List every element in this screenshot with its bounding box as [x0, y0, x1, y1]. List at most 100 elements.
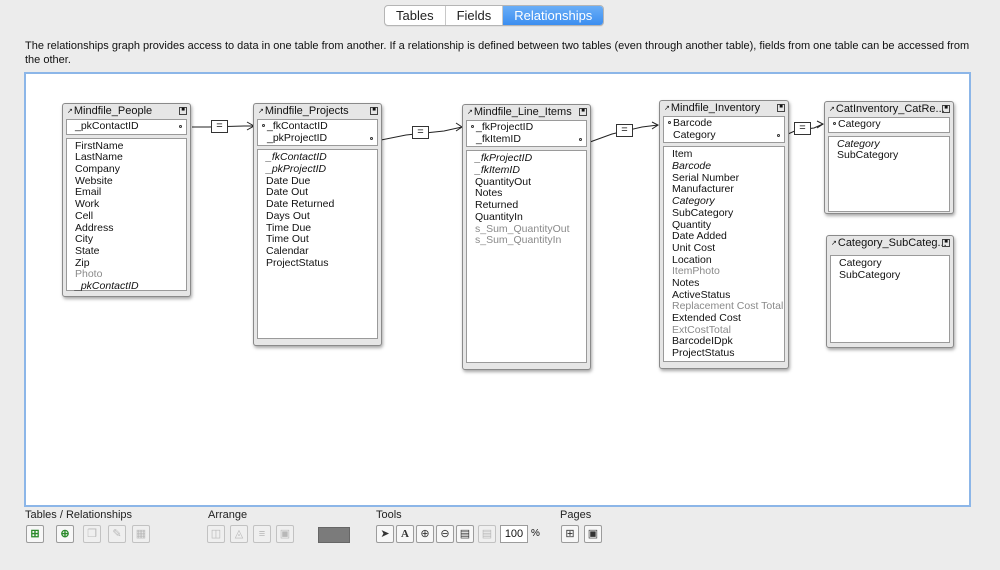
- relationship-operator-projects-lineitems[interactable]: =: [412, 126, 429, 139]
- align-top-icon[interactable]: ◬: [230, 525, 248, 543]
- go-to-table-icon: ↗: [664, 105, 670, 112]
- field-item: BarcodeIDpk: [672, 336, 733, 348]
- tools-label: Tools: [376, 509, 402, 521]
- field-item: Date Out: [266, 187, 309, 199]
- match-fields: Barcode Category: [663, 116, 785, 144]
- key-field: _fkContactID: [267, 121, 328, 132]
- color-swatch[interactable]: [318, 527, 350, 543]
- field-list: FirstName LastName Company Website Email…: [66, 137, 187, 292]
- table-occurrence-line-items[interactable]: ↗Mindfile_Line_Items ■ _fkProjectID _fkI…: [462, 104, 591, 370]
- distribute-icon[interactable]: ≡: [253, 525, 271, 543]
- field-item: Address: [75, 222, 114, 234]
- field-item: Zip: [75, 257, 90, 269]
- relationship-operator-inventory-catinv[interactable]: =: [794, 122, 811, 135]
- table-occurrence-catinventory[interactable]: ↗CatInventory_CatRe... ■ Category Catego…: [824, 101, 954, 214]
- collapse-table-icon[interactable]: ■: [179, 107, 187, 115]
- go-to-table-icon: ↗: [831, 240, 837, 247]
- key-field: _fkItemID: [476, 133, 521, 145]
- field-list: _fkContactID _pkProjectID Date Due Date …: [257, 149, 378, 340]
- trash-icon[interactable]: ▦: [132, 525, 150, 543]
- table-occurrence-projects[interactable]: ↗Mindfile_Projects ■ _fkContactID _pkPro…: [253, 103, 382, 346]
- table-occurrence-people[interactable]: ↗Mindfile_People ■ _pkContactID FirstNam…: [62, 103, 191, 297]
- field-item: Work: [75, 199, 100, 211]
- field-item: Website: [75, 175, 113, 187]
- field-item: Days Out: [266, 210, 310, 222]
- field-list: _fkProjectID _fkItemID QuantityOut Notes…: [466, 150, 587, 364]
- page-setup-icon[interactable]: ▣: [584, 525, 602, 543]
- relationships-description: The relationships graph provides access …: [25, 40, 970, 66]
- zoom-out-icon[interactable]: ⊖: [436, 525, 454, 543]
- field-item: SubCategory: [837, 150, 899, 162]
- field-item: City: [75, 234, 94, 246]
- pages-label: Pages: [560, 509, 592, 521]
- table-occurrence-inventory[interactable]: ↗Mindfile_Inventory ■ Barcode Category I…: [659, 100, 789, 369]
- field-item: QuantityIn: [475, 211, 523, 223]
- go-to-table-icon: ↗: [467, 109, 473, 116]
- field-item: Category: [672, 196, 715, 208]
- key-dot-icon: [471, 125, 474, 128]
- field-item: Date Due: [266, 175, 311, 187]
- key-dot-icon: [370, 137, 373, 140]
- zoom-in-icon[interactable]: ⊕: [416, 525, 434, 543]
- arrange-label: Arrange: [208, 509, 248, 521]
- table-name: Mindfile_Projects: [264, 105, 349, 117]
- pointer-icon[interactable]: ➤: [376, 525, 394, 543]
- tab-relationships[interactable]: Relationships: [503, 6, 604, 25]
- field-item: Calendar: [266, 245, 309, 257]
- collapse-table-icon[interactable]: ■: [942, 105, 950, 113]
- field-item: Photo: [75, 269, 103, 281]
- field-item: _fkProjectID: [475, 153, 533, 165]
- field-item: Barcode: [672, 161, 712, 173]
- relationship-operator-lineitems-inventory[interactable]: =: [616, 124, 633, 137]
- relationship-operator-people-projects[interactable]: =: [211, 120, 228, 133]
- zoom-percentage-field[interactable]: 100: [500, 525, 528, 543]
- tab-fields[interactable]: Fields: [446, 6, 504, 25]
- fit-window-icon[interactable]: ▤: [456, 525, 474, 543]
- table-name: Mindfile_People: [73, 105, 153, 117]
- field-item: Time Due: [266, 222, 312, 234]
- table-name: Category_SubCateg...: [837, 237, 947, 249]
- add-table-icon[interactable]: ⊞: [26, 525, 44, 543]
- view-tabs: Tables Fields Relationships: [384, 5, 605, 26]
- text-tool-icon[interactable]: A: [396, 525, 414, 543]
- key-field: _fkProjectID: [476, 122, 534, 133]
- key-field: Barcode: [673, 118, 713, 129]
- field-list: Category SubCategory: [830, 255, 950, 343]
- resize-icon[interactable]: ▣: [276, 525, 294, 543]
- collapse-table-icon[interactable]: ■: [370, 107, 378, 115]
- field-item: Item: [672, 149, 693, 161]
- field-item: Date Returned: [266, 199, 335, 211]
- align-left-icon[interactable]: ◫: [207, 525, 225, 543]
- match-fields: Category: [828, 117, 950, 133]
- note-icon[interactable]: ▤: [478, 525, 496, 543]
- key-dot-icon: [777, 134, 780, 137]
- field-item: ExtCostTotal: [672, 324, 731, 336]
- table-occurrence-category-subcategory[interactable]: ↗Category_SubCateg... ■ Category SubCate…: [826, 235, 954, 348]
- field-item: Time Out: [266, 234, 309, 246]
- pencil-icon[interactable]: ✎: [108, 525, 126, 543]
- field-item: _fkItemID: [475, 165, 520, 177]
- table-name: Mindfile_Line_Items: [473, 106, 572, 118]
- tab-tables[interactable]: Tables: [385, 6, 446, 25]
- key-field: _pkContactID: [75, 121, 139, 132]
- field-list: Category SubCategory: [828, 135, 950, 212]
- field-item: Unit Cost: [672, 242, 716, 254]
- key-field: _pkProjectID: [267, 132, 328, 144]
- key-dot-icon: [833, 122, 836, 125]
- add-relationship-icon[interactable]: ⊕: [56, 525, 74, 543]
- field-list: Item Barcode Serial Number Manufacturer …: [663, 146, 785, 363]
- field-item: SubCategory: [672, 207, 734, 219]
- field-item: ProjectStatus: [266, 257, 329, 269]
- field-item: _pkContactID: [75, 280, 139, 292]
- collapse-table-icon[interactable]: ■: [579, 108, 587, 116]
- field-item: Replacement Cost Total: [672, 301, 784, 313]
- relationships-graph[interactable]: = = = = ↗Mindfile_People ■ _pkContactID …: [24, 72, 971, 507]
- field-item: Cell: [75, 210, 94, 222]
- match-fields: _fkContactID _pkProjectID: [257, 119, 378, 147]
- field-item: Category: [839, 258, 882, 269]
- collapse-table-icon[interactable]: ■: [942, 239, 950, 247]
- duplicate-icon[interactable]: ❐: [83, 525, 101, 543]
- page-breaks-icon[interactable]: ⊞: [561, 525, 579, 543]
- collapse-table-icon[interactable]: ■: [777, 104, 785, 112]
- field-item: Notes: [475, 188, 503, 200]
